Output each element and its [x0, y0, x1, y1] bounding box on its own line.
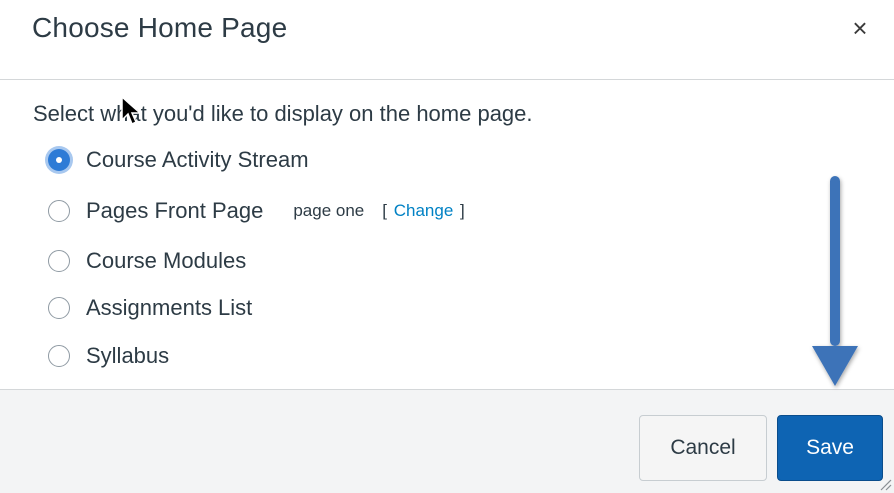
option-label: Syllabus	[86, 343, 170, 368]
bracket-close: ]	[460, 201, 465, 220]
radio-unchecked-icon[interactable]	[48, 297, 70, 319]
option-course-modules[interactable]: Course Modules	[48, 244, 246, 278]
change-link-wrapper: [ Change ]	[382, 201, 465, 221]
option-label: Course Activity Stream	[86, 147, 309, 172]
dialog-header: Choose Home Page ×	[0, 0, 894, 80]
option-label: Assignments List	[86, 295, 253, 320]
close-icon[interactable]: ×	[846, 14, 874, 42]
option-syllabus[interactable]: Syllabus	[48, 339, 169, 373]
radio-checked-icon[interactable]	[48, 149, 70, 171]
resize-grip-icon[interactable]	[878, 477, 892, 491]
save-button[interactable]: Save	[777, 415, 883, 481]
front-page-name: page one	[293, 201, 365, 220]
bracket-open: [	[382, 201, 387, 220]
dialog-footer: Cancel Save	[0, 389, 894, 493]
cancel-button[interactable]: Cancel	[639, 415, 767, 481]
radio-unchecked-icon[interactable]	[48, 250, 70, 272]
dialog-title: Choose Home Page	[32, 12, 288, 43]
option-label: Pages Front Page	[86, 198, 264, 223]
option-course-activity-stream[interactable]: Course Activity Stream	[48, 143, 309, 177]
radio-unchecked-icon[interactable]	[48, 345, 70, 367]
choose-home-page-dialog: Choose Home Page × Select what you'd lik…	[0, 0, 894, 493]
option-label: Course Modules	[86, 248, 247, 273]
prompt-text: Select what you'd like to display on the…	[33, 101, 533, 126]
dialog-body: Select what you'd like to display on the…	[0, 81, 894, 389]
option-pages-front-page[interactable]: Pages Front Page page one [ Change ]	[48, 194, 465, 228]
change-link[interactable]: Change	[394, 201, 454, 220]
radio-unchecked-icon[interactable]	[48, 200, 70, 222]
option-assignments-list[interactable]: Assignments List	[48, 291, 252, 325]
